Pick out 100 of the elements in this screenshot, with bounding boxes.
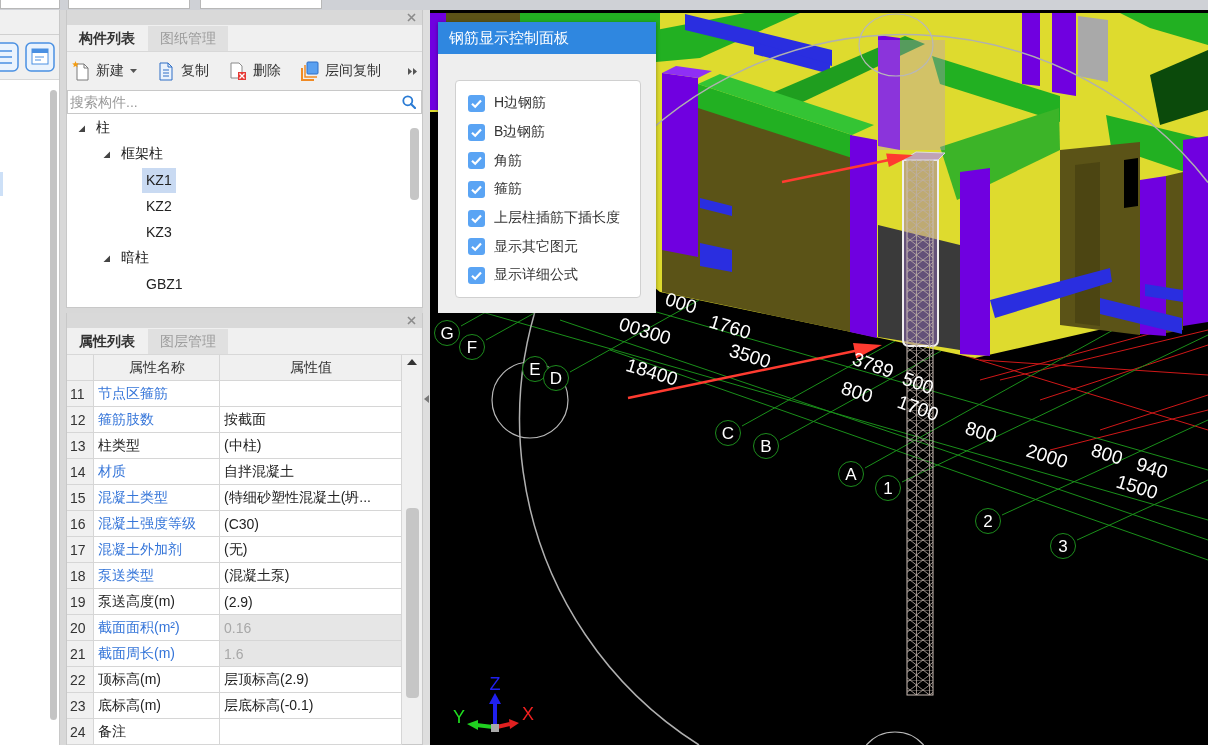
row-number: 24 [67,719,94,745]
property-name: 顶标高(m) [94,667,220,693]
scrollbar-thumb[interactable] [405,508,419,698]
search-field[interactable]: 搜索构件... [67,90,422,114]
axis-bubble: 2 [975,508,1001,534]
column-header: 属性名称 [94,355,220,381]
row-number: 22 [67,667,94,693]
more-icon[interactable] [408,67,417,75]
window-opening [1124,158,1138,208]
property-name: 节点区箍筋 [94,381,220,407]
property-name: 泵送类型 [94,563,220,589]
expanded-triangle-icon[interactable] [102,253,111,263]
property-name: 箍筋肢数 [94,407,220,433]
axis-bubble: 3 [1050,533,1076,559]
property-value[interactable]: (中柱) [220,433,402,459]
axis-bubble: G [434,320,460,346]
axis-bubble: D [543,365,569,391]
property-name: 柱类型 [94,433,220,459]
toolbar-button[interactable]: 删除 [224,57,286,85]
scroll-up-icon[interactable] [407,359,417,365]
tree-item[interactable]: KZ1 [142,167,176,193]
close-icon[interactable] [407,316,416,325]
property-value[interactable]: 层底标高(-0.1) [220,693,402,719]
checkbox[interactable] [468,266,485,284]
row-number: 20 [67,615,94,641]
caret-icon [130,69,137,73]
dimension-label: 3500 [727,340,773,372]
dimension-label: 2000 [1024,440,1070,472]
checkbox-label[interactable]: B边钢筋 [494,123,546,142]
tree-item[interactable]: KZ3 [142,219,176,245]
property-value[interactable] [220,719,402,745]
checkbox[interactable] [468,209,485,227]
property-name: 备注 [94,719,220,745]
axis-bubble: A [838,461,864,487]
property-name: 材质 [94,459,220,485]
property-name: 混凝土类型 [94,485,220,511]
beam [700,243,732,272]
checkbox-label[interactable]: 箍筋 [494,180,522,199]
axis-bubble: F [459,334,485,360]
row-number: 17 [67,537,94,563]
property-value[interactable]: 层顶标高(2.9) [220,667,402,693]
property-name: 截面面积(m²) [94,615,220,641]
checkbox[interactable] [468,180,485,198]
axis-bubble: 1 [875,475,901,501]
input-field[interactable] [68,0,190,9]
dimension-label: 000 [663,289,699,317]
checkbox[interactable] [468,238,485,256]
new-file-icon [72,61,90,81]
property-value[interactable]: (混凝土泵) [220,563,402,589]
property-value[interactable] [220,381,402,407]
checkbox[interactable] [468,152,485,170]
tree-item[interactable]: GBZ1 [142,271,187,297]
axis-label: Y [453,708,465,726]
row-number: 14 [67,459,94,485]
panel-title: 钢筋显示控制面板 [438,22,656,54]
expanded-triangle-icon[interactable] [77,123,86,133]
scrollbar-thumb[interactable] [50,90,57,720]
close-icon[interactable] [407,13,416,22]
scrollbar-thumb[interactable] [410,128,419,200]
row-number: 15 [67,485,94,511]
beam [700,198,732,216]
axis-bubble: B [753,433,779,459]
window-icon[interactable] [25,42,55,72]
property-name: 底标高(m) [94,693,220,719]
input-field[interactable] [0,0,60,9]
search-icon[interactable] [402,95,416,109]
toolbar-button[interactable]: 新建 [67,57,142,85]
tree-item[interactable]: 柱 [92,115,114,141]
property-name: 混凝土外加剂 [94,537,220,563]
checkbox[interactable] [468,94,485,112]
checkbox-label[interactable]: H边钢筋 [494,94,547,113]
dimension-label: 00300 [616,314,674,348]
row-number: 12 [67,407,94,433]
copy-icon [157,61,175,81]
axis-label: X [522,705,534,723]
tree-item[interactable]: KZ2 [142,193,176,219]
checkbox[interactable] [468,123,485,141]
checkbox-label[interactable]: 角筋 [494,151,522,170]
property-value[interactable]: (C30) [220,511,402,537]
expanded-triangle-icon[interactable] [102,149,111,159]
axis-label: Z [489,675,501,693]
property-name: 混凝土强度等级 [94,511,220,537]
tree-item[interactable]: 框架柱 [117,141,167,167]
toolbar-button[interactable]: 层间复制 [296,57,386,85]
checkbox-label[interactable]: 显示详细公式 [494,266,578,285]
checkbox-label[interactable]: 显示其它图元 [494,237,578,256]
row-number: 11 [67,381,94,407]
property-value[interactable]: 自拌混凝土 [220,459,402,485]
property-value[interactable]: (无) [220,537,402,563]
tree-item[interactable]: 暗柱 [117,245,153,271]
property-name: 泵送高度(m) [94,589,220,615]
row-number: 23 [67,693,94,719]
toolbar-button[interactable]: 复制 [152,57,214,85]
input-field[interactable] [200,0,322,9]
row-number: 16 [67,511,94,537]
row-number: 21 [67,641,94,667]
property-value[interactable]: (2.9) [220,589,402,615]
checkbox-label[interactable]: 上层柱插筋下插长度 [494,209,620,228]
property-value[interactable]: 按截面 [220,407,402,433]
property-value[interactable]: (特细砂塑性混凝土(坍... [220,485,402,511]
